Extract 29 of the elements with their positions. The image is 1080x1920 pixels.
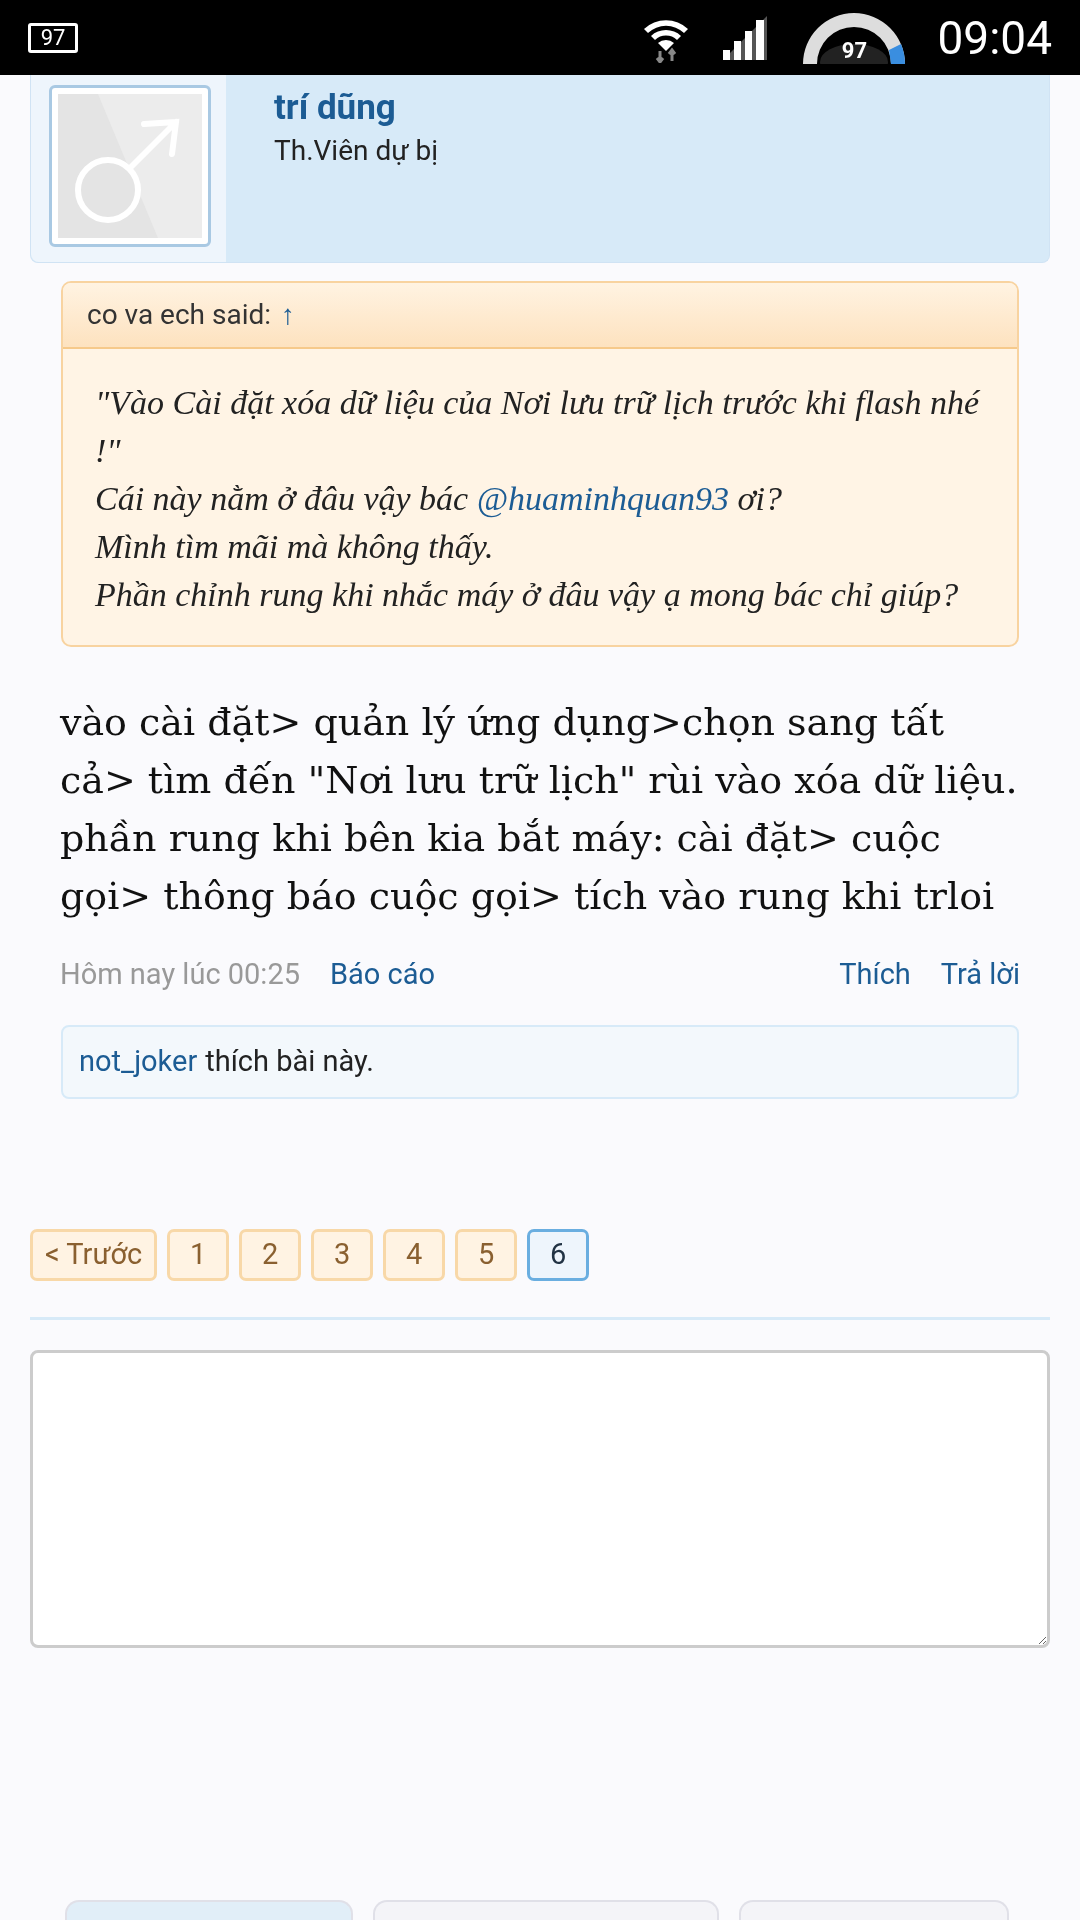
like-link[interactable]: Thích xyxy=(839,953,911,997)
page-button[interactable]: 1 xyxy=(167,1228,230,1281)
quote-text: "Vào Cài đặt xóa dữ liệu của Nơi lưu trữ lịch trước khi flash nhé !" xyxy=(95,383,981,471)
male-symbol-icon xyxy=(58,94,202,238)
clock: 09:04 xyxy=(937,14,1052,61)
reply-link[interactable]: Trả lời xyxy=(940,953,1020,997)
page-button[interactable]: 5 xyxy=(455,1228,518,1281)
post-date: Hôm nay lúc 00:25 xyxy=(60,956,300,993)
quote-text: Mình tìm mãi mà không thấy. xyxy=(95,527,495,567)
page-button[interactable]: 4 xyxy=(383,1228,446,1281)
reply-field[interactable] xyxy=(30,1349,1050,1648)
quote-text: Phần chỉnh rung khi nhắc máy ở đâu vậy ạ mong bác chỉ giúp? xyxy=(95,575,960,615)
jump-link[interactable]: ↑ xyxy=(281,294,296,336)
avatar[interactable] xyxy=(49,85,211,247)
battery-icon: 97 xyxy=(28,22,78,53)
report-link[interactable]: Báo cáo xyxy=(330,953,436,997)
quote-author: co va ech said: xyxy=(87,297,272,333)
page-button[interactable]: 6 xyxy=(527,1228,590,1281)
quote-text: Cái này nằm ở đâu vậy bác @huaminhquan93 ơi? xyxy=(95,479,784,520)
mention-link[interactable]: @huaminhquan93 xyxy=(476,480,729,517)
page-button[interactable]: 3 xyxy=(311,1228,374,1281)
message-text: phần rung khi bên kia bắt máy: cài đặt> cuộc gọi> thông báo cuộc gọi> tích vào rung khi trloi xyxy=(60,815,996,920)
likes-text: thích bài này. xyxy=(205,1042,374,1080)
page-button[interactable]: 2 xyxy=(239,1228,302,1281)
user-title: Th.Viên dự bị xyxy=(274,133,438,169)
message-text: vào cài đặt> quản lý ứng dụng>chọn sang tất cả> tìm đến "Nơi lưu trữ lịch" rùi vào xóa dữ liệu. xyxy=(60,699,1019,804)
page-button[interactable]: < Trước xyxy=(30,1228,158,1281)
user-link[interactable]: not_joker xyxy=(79,1039,198,1084)
username-link[interactable]: trí dũng xyxy=(274,85,438,131)
